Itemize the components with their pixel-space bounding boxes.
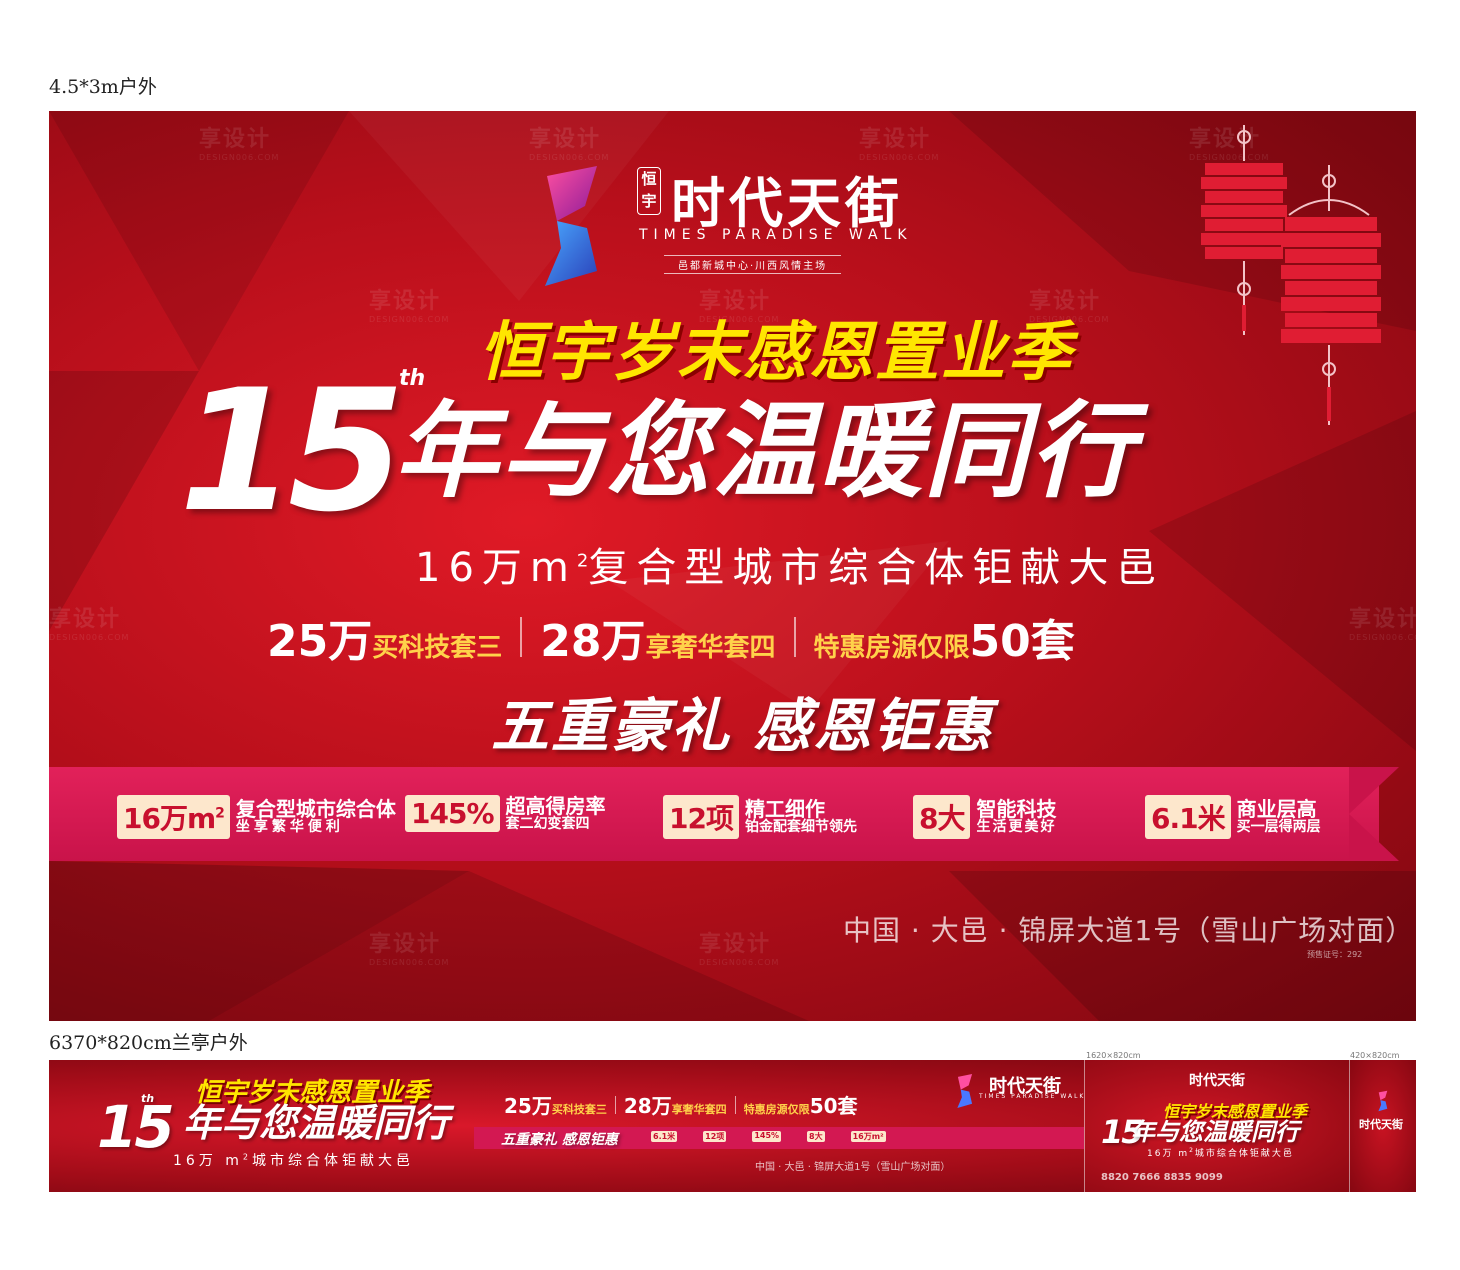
feature-item: 8大 智能科技 生活更美好 xyxy=(913,795,1056,839)
lantern-icon xyxy=(1201,125,1381,425)
spec-label-top: 4.5*3m户外 xyxy=(49,76,157,98)
feature-value: 8大 xyxy=(913,795,971,839)
offer-divider xyxy=(793,617,796,657)
watermark: 享设计DESIGN006.COM xyxy=(859,127,940,162)
strip-logo-icon xyxy=(957,1074,973,1108)
offer-divider xyxy=(520,617,523,657)
address: 中国 · 大邑 · 锦屏大道1号（雪山广场对面） xyxy=(843,914,1415,947)
feature-value: 145% xyxy=(405,795,500,832)
headline-main: 年与您温暖同行 xyxy=(394,390,1137,512)
permit-number: 预售证号：292 xyxy=(1307,950,1363,959)
watermark: 享设计DESIGN006.COM xyxy=(1349,607,1416,642)
main-billboard: 享设计 DESIGN006.COM 享设计 DESIGN006.COM 享设计 DES… xyxy=(49,111,1416,1021)
feature-value: 12项 xyxy=(663,795,739,839)
feature-item: 145% 超高得房率 套二幻变套四 xyxy=(405,795,606,832)
panel-main: 年与您温暖同行 xyxy=(1131,1118,1299,1146)
strip-sub: 16万 m2城市综合体钜献大邑 xyxy=(173,1152,414,1169)
brand-logo-icon xyxy=(545,166,597,286)
offer-item: 25万买科技套三 xyxy=(267,616,503,667)
headline-number: 15 xyxy=(179,353,405,549)
panel-brand-name: 时代天街 xyxy=(1189,1073,1245,1089)
feature-item: 16万m2 复合型城市综合体 坐享繁华便利 xyxy=(117,795,396,839)
headline-yellow: 恒宇岁末感恩置业季 xyxy=(479,316,1073,390)
long-banner: 恒宇岁末感恩置业季 15 th 年与您温暖同行 16万 m2城市综合体钜献大邑 … xyxy=(49,1060,1416,1192)
feature-value: 16万m2 xyxy=(117,795,230,839)
strip-suffix: th xyxy=(141,1092,155,1105)
watermark: 享设计DESIGN006.COM xyxy=(369,932,450,967)
watermark: 享设计DESIGN006.COM xyxy=(699,932,780,967)
watermark: 享设计DESIGN006.COM xyxy=(199,127,280,162)
headline-sub: 16万m2复合型城市综合体钜献大邑 xyxy=(415,545,1165,591)
panel-phone: 8820 7666 8835 9099 xyxy=(1101,1172,1223,1183)
headline-suffix: th xyxy=(399,366,426,391)
strip-main: 年与您温暖同行 xyxy=(183,1101,450,1145)
feature-item: 12项 精工细作 铂金配套细节领先 xyxy=(663,795,857,839)
strip-gift: 五重豪礼 感恩钜惠 xyxy=(501,1132,618,1148)
feature-item: 6.1米 商业层高 买一层得两层 xyxy=(1145,795,1321,839)
panel-sub: 16万 m2城市综合体钜献大邑 xyxy=(1147,1147,1294,1159)
watermark: 享设计DESIGN006.COM xyxy=(369,289,450,324)
watermark: 享设计DESIGN006.COM xyxy=(49,607,130,642)
strip-feature-row: 6.1米 12项 145% 8大 16万m² xyxy=(651,1131,886,1142)
feature-value: 6.1米 xyxy=(1145,795,1231,839)
dimension-note: 1620×820cm xyxy=(1086,1051,1141,1060)
brand-tagline: 邑都新城中心·川西风情主场 xyxy=(664,255,842,274)
brand-seal: 恒宇 xyxy=(637,167,661,215)
panel-brand-name-small: 时代天街 xyxy=(1359,1118,1403,1131)
strip-address: 中国 · 大邑 · 锦屏大道1号（雪山广场对面） xyxy=(755,1162,951,1173)
offer-item: 28万享奢华套四 xyxy=(540,616,776,667)
offers-row: 25万买科技套三 28万享奢华套四 特惠房源仅限50套 xyxy=(267,605,1075,669)
spec-label-bottom: 6370*820cm兰亭户外 xyxy=(49,1032,248,1054)
strip-offers: 25万买科技套三 28万享奢华套四 特惠房源仅限50套 xyxy=(504,1094,858,1118)
strip-brand-name-en: TIMES PARADISE WALK xyxy=(979,1093,1086,1100)
dimension-note: 420×820cm xyxy=(1350,1051,1400,1060)
brand-name-en: TIMES PARADISE WALK xyxy=(639,227,913,243)
gift-headline: 五重豪礼 感恩钜惠 xyxy=(491,692,994,760)
panel-logo-icon xyxy=(1378,1090,1388,1112)
ribbon-tail xyxy=(1349,767,1399,861)
offer-item: 特惠房源仅限50套 xyxy=(813,616,1075,667)
watermark: 享设计DESIGN006.COM xyxy=(529,127,610,162)
strip-number: 15 xyxy=(97,1093,175,1161)
